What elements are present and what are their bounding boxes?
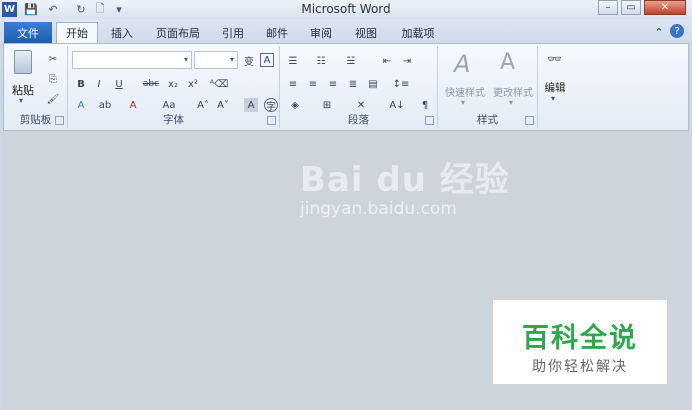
phonetic-guide-icon[interactable]: 变 [242, 53, 256, 68]
show-marks-icon[interactable]: ¶ [418, 98, 432, 112]
chevron-down-icon: ▾ [183, 55, 188, 64]
badge-title: 百科全说 [522, 323, 638, 354]
font-launcher-icon[interactable] [267, 116, 276, 125]
help-icon[interactable]: ? [670, 24, 684, 38]
font-name-combo[interactable]: ▾ [72, 51, 192, 69]
line-spacing-icon[interactable]: ↕≡ [393, 77, 410, 91]
clear-formatting-icon[interactable]: ᴬ⌫ [210, 77, 228, 91]
quick-styles-button[interactable]: A 快速样式 ▾ [442, 50, 488, 110]
decrease-indent-icon[interactable]: ⇤ [380, 54, 394, 68]
character-shading-icon[interactable]: A [244, 98, 258, 112]
paragraph-launcher-icon[interactable] [425, 116, 434, 125]
paragraph-group: ☰ ☷ ☱ ⇤ ⇥ ≡ ≡ ≡ ≣ ▤ ↕≡ ◈ ⊞ ✕ A↓ ¶ 段落 [280, 46, 438, 128]
tab-mailings[interactable]: 邮件 [259, 23, 295, 42]
tab-home[interactable]: 开始 [56, 22, 98, 43]
minimize-button[interactable]: – [598, 0, 618, 15]
bold-icon[interactable]: B [74, 77, 88, 91]
align-center-icon[interactable]: ≡ [306, 77, 320, 91]
underline-icon[interactable]: U [112, 77, 126, 91]
chevron-down-icon: ▾ [551, 94, 556, 103]
align-left-icon[interactable]: ≡ [286, 77, 300, 91]
quick-styles-icon: A [454, 50, 471, 78]
watermark-url: jingyan.baidu.com [300, 199, 457, 219]
justify-icon[interactable]: ≣ [346, 77, 360, 91]
subscript-icon[interactable]: x₂ [166, 77, 180, 91]
paragraph-group-label: 段落 [348, 114, 369, 126]
tab-insert[interactable]: 插入 [104, 23, 140, 42]
chevron-down-icon: ▾ [461, 98, 466, 107]
watermark-brand: Bai du 经验 [300, 160, 510, 200]
change-case-icon[interactable]: Aa [162, 98, 176, 112]
binoculars-icon: 👓 [547, 52, 562, 66]
styles-launcher-icon[interactable] [525, 116, 534, 125]
numbering-icon[interactable]: ☷ [314, 54, 328, 68]
change-styles-label: 更改样式 [493, 88, 533, 99]
shrink-font-icon[interactable]: A˅ [216, 98, 230, 112]
character-border-icon[interactable]: A [260, 53, 274, 67]
clipboard-launcher-icon[interactable] [55, 116, 64, 125]
increase-indent-icon[interactable]: ⇥ [400, 54, 414, 68]
italic-icon[interactable]: I [92, 77, 106, 91]
ribbon-panel: 粘贴 ▾ ✂ ⎘ 🖌 剪贴板 ▾ ▾ 变 A B I U abc x₂ x² ᴬ… [3, 43, 689, 131]
clipboard-icon [14, 50, 32, 74]
font-group-label: 字体 [163, 114, 184, 126]
copy-icon[interactable]: ⎘ [46, 72, 60, 86]
chevron-down-icon: ▾ [229, 55, 234, 64]
badge-subtitle: 助你轻松解决 [532, 359, 628, 375]
enclose-characters-icon[interactable]: 字 [264, 98, 278, 113]
close-button[interactable]: ✕ [644, 0, 686, 15]
editing-button[interactable]: 👓 编辑 ▾ [540, 50, 570, 110]
superscript-icon[interactable]: x² [186, 77, 200, 91]
window-title: Microsoft Word [301, 2, 391, 16]
styles-group: A 快速样式 ▾ A 更改样式 ▾ 样式 [438, 46, 538, 128]
tab-addins[interactable]: 加载项 [396, 23, 440, 42]
change-styles-button[interactable]: A 更改样式 ▾ [490, 50, 536, 110]
font-size-combo[interactable]: ▾ [194, 51, 238, 69]
grow-font-icon[interactable]: A˄ [196, 98, 210, 112]
cut-icon[interactable]: ✂ [46, 52, 60, 66]
multilevel-list-icon[interactable]: ☱ [344, 54, 358, 68]
quick-styles-label: 快速样式 [445, 88, 485, 99]
chinese-layout-icon[interactable]: ✕ [354, 98, 368, 112]
shading-icon[interactable]: ◈ [288, 98, 302, 112]
format-painter-icon[interactable]: 🖌 [46, 92, 60, 106]
styles-group-label: 样式 [477, 114, 498, 126]
paste-button[interactable]: 粘贴 ▾ [8, 50, 38, 108]
font-group: ▾ ▾ 变 A B I U abc x₂ x² ᴬ⌫ A ab A Aa A˄ … [68, 46, 280, 128]
text-effects-icon[interactable]: A [74, 98, 88, 112]
tab-page-layout[interactable]: 页面布局 [150, 23, 206, 42]
tab-review[interactable]: 审阅 [303, 23, 339, 42]
tab-references[interactable]: 引用 [215, 23, 251, 42]
align-right-icon[interactable]: ≡ [326, 77, 340, 91]
tab-file[interactable]: 文件 [4, 22, 52, 43]
restore-button[interactable]: ▭ [621, 0, 641, 15]
chevron-down-icon: ▾ [509, 98, 514, 107]
ribbon-tabs: 文件 开始 插入 页面布局 引用 邮件 审阅 视图 加载项 ⌃ ? [0, 19, 692, 43]
change-styles-icon: A [500, 50, 516, 75]
bullets-icon[interactable]: ☰ [286, 54, 300, 68]
borders-icon[interactable]: ⊞ [320, 98, 334, 112]
font-color-icon[interactable]: A [126, 98, 140, 112]
sort-icon[interactable]: A↓ [389, 98, 404, 112]
title-bar: W 💾 ↶ ↻ 🗋 ▾ Microsoft Word – ▭ ✕ [0, 0, 692, 19]
editing-group: 👓 编辑 ▾ [538, 46, 572, 128]
paste-dropdown-icon: ▾ [19, 96, 24, 105]
distributed-icon[interactable]: ▤ [366, 77, 380, 91]
tab-view[interactable]: 视图 [348, 23, 384, 42]
highlight-icon[interactable]: ab [98, 98, 112, 112]
clipboard-group: 粘贴 ▾ ✂ ⎘ 🖌 剪贴板 [4, 46, 68, 128]
baidu-jingyan-watermark: Bai du 经验 jingyan.baidu.com [300, 152, 510, 219]
editing-label: 编辑 [544, 82, 566, 94]
baike-badge: 百科全说 助你轻松解决 [493, 300, 667, 384]
strikethrough-icon[interactable]: abc [143, 77, 159, 91]
ribbon-minimize-icon[interactable]: ⌃ [652, 23, 666, 42]
